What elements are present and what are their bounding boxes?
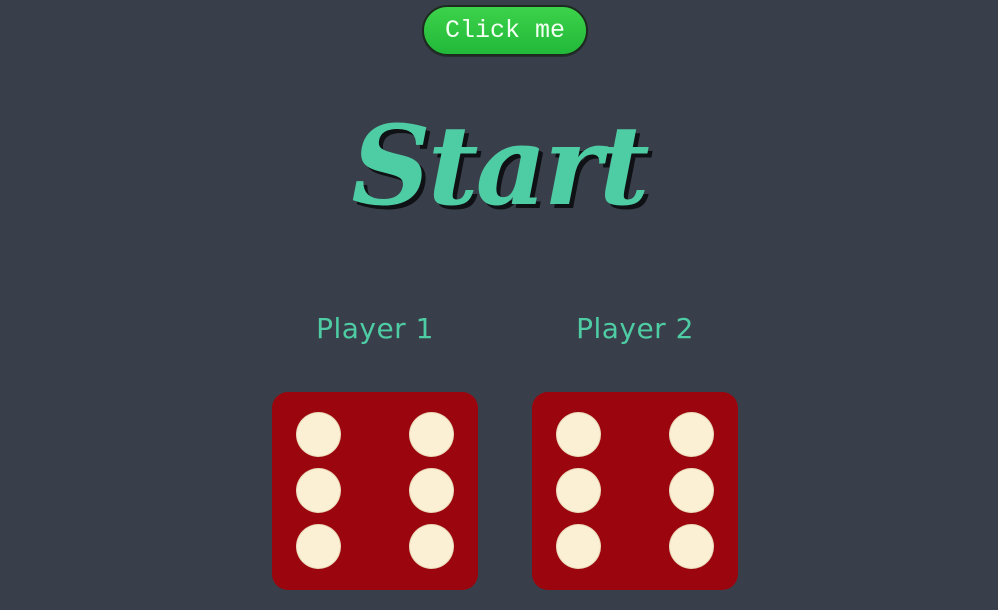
die-pip — [410, 525, 453, 568]
click-me-button[interactable]: Click me — [422, 5, 588, 56]
game-title: Start — [351, 101, 649, 230]
die-pip — [557, 469, 600, 512]
player-2-die[interactable] — [532, 392, 738, 590]
die-pip — [670, 525, 713, 568]
player-2-panel: Player 2 — [532, 312, 738, 590]
die-pip — [670, 469, 713, 512]
die-pip — [297, 469, 340, 512]
die-pip — [410, 413, 453, 456]
die-pip — [557, 413, 600, 456]
player-2-label: Player 2 — [576, 312, 694, 345]
die-pip — [410, 469, 453, 512]
player-1-panel: Player 1 — [272, 312, 478, 590]
die-pip — [297, 413, 340, 456]
die-pip — [670, 413, 713, 456]
die-pip — [557, 525, 600, 568]
player-1-die[interactable] — [272, 392, 478, 590]
player-1-label: Player 1 — [316, 312, 434, 345]
die-pip — [297, 525, 340, 568]
